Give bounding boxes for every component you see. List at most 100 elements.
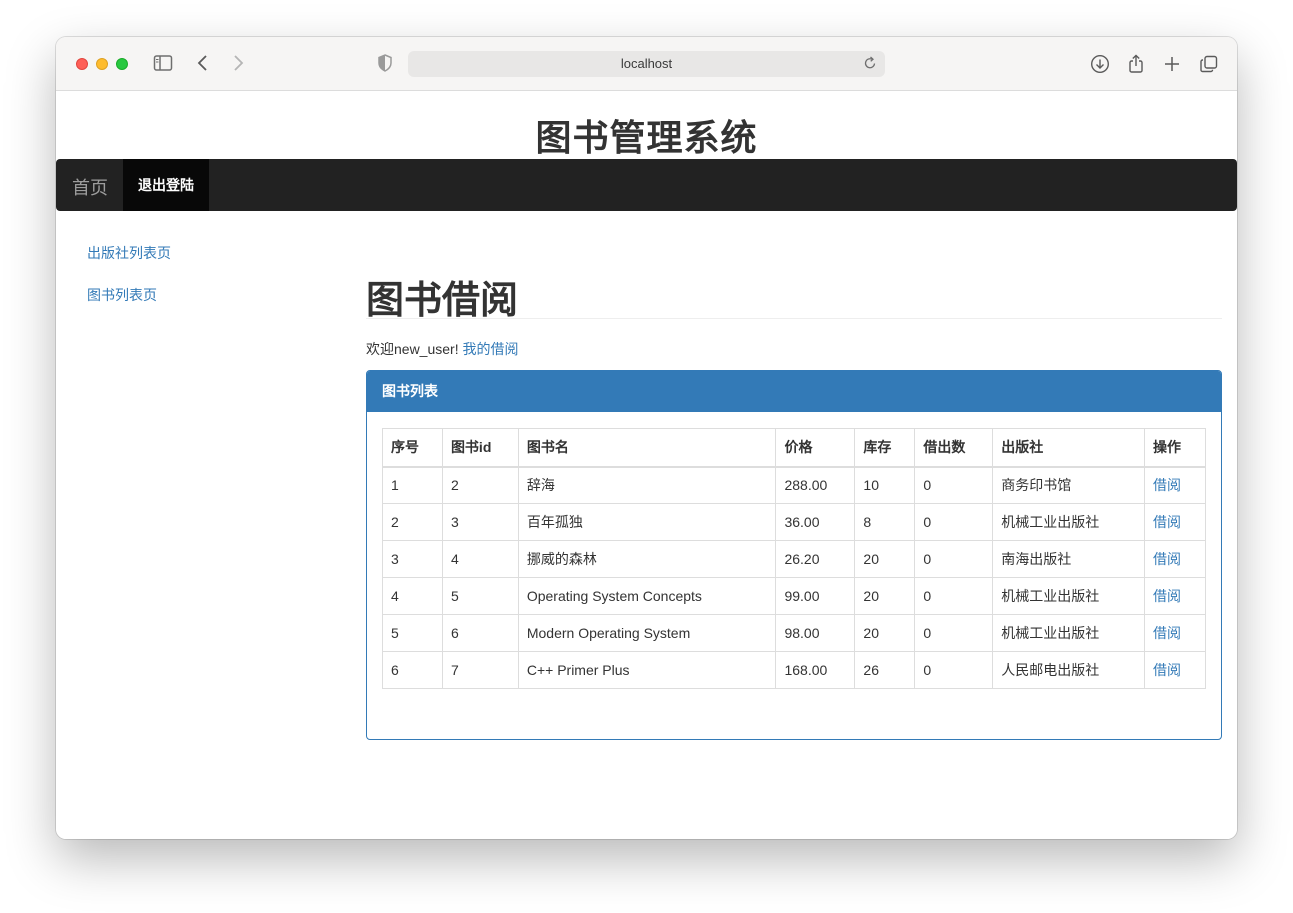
cell-book-name: C++ Primer Plus bbox=[517, 651, 777, 689]
book-table: 序号 图书id 图书名 价格 库存 借出数 出版社 操作 1 2 辞海 288.… bbox=[382, 428, 1206, 689]
cell-action: 借阅 bbox=[1144, 614, 1206, 652]
panel-body: 序号 图书id 图书名 价格 库存 借出数 出版社 操作 1 2 辞海 288.… bbox=[367, 412, 1221, 705]
book-list-panel: 图书列表 序号 图书id 图书名 价格 库存 借出数 出版社 操作 1 2 辞海… bbox=[366, 370, 1222, 740]
column-header: 借出数 bbox=[914, 428, 994, 468]
sidebar-toggle-icon[interactable] bbox=[153, 54, 173, 74]
cell-action: 借阅 bbox=[1144, 466, 1206, 504]
sidebar: 出版社列表页 图书列表页 bbox=[87, 243, 171, 327]
privacy-shield-icon[interactable] bbox=[377, 54, 393, 74]
reload-icon[interactable] bbox=[864, 56, 877, 75]
cell-book-id: 4 bbox=[441, 540, 519, 578]
table-header-row: 序号 图书id 图书名 价格 库存 借出数 出版社 操作 bbox=[382, 428, 1206, 468]
page-content: 图书管理系统 首页 退出登陆 出版社列表页 图书列表页 图书借阅 欢迎new_u… bbox=[56, 91, 1237, 839]
cell-index: 3 bbox=[382, 540, 443, 578]
cell-action: 借阅 bbox=[1144, 651, 1206, 689]
close-window-button[interactable] bbox=[76, 58, 88, 70]
column-header: 图书名 bbox=[517, 428, 777, 468]
cell-book-name: 百年孤独 bbox=[517, 503, 777, 541]
welcome-line: 欢迎new_user! 我的借阅 bbox=[366, 339, 1222, 359]
cell-price: 99.00 bbox=[775, 577, 856, 615]
column-header: 操作 bbox=[1144, 428, 1206, 468]
column-header: 价格 bbox=[775, 428, 856, 468]
browser-window: localhost 图书管理系统 首页 退出登陆 出版社列表页 图书列表页 图书… bbox=[56, 37, 1237, 839]
forward-icon[interactable] bbox=[232, 54, 244, 74]
borrow-link[interactable]: 借阅 bbox=[1153, 514, 1181, 530]
cell-action: 借阅 bbox=[1144, 503, 1206, 541]
cell-publisher: 机械工业出版社 bbox=[992, 503, 1145, 541]
zoom-window-button[interactable] bbox=[116, 58, 128, 70]
address-bar[interactable]: localhost bbox=[408, 51, 885, 77]
sidebar-item-books[interactable]: 图书列表页 bbox=[87, 285, 171, 305]
cell-book-id: 6 bbox=[441, 614, 519, 652]
url-text: localhost bbox=[620, 56, 673, 71]
cell-book-name: 辞海 bbox=[517, 466, 777, 504]
nav-home-link[interactable]: 首页 bbox=[72, 174, 108, 200]
page-title: 图书借阅 bbox=[366, 269, 1222, 322]
cell-stock: 20 bbox=[854, 614, 916, 652]
cell-price: 98.00 bbox=[775, 614, 856, 652]
cell-book-name: 挪威的森林 bbox=[517, 540, 777, 578]
cell-index: 4 bbox=[382, 577, 443, 615]
cell-publisher: 人民邮电出版社 bbox=[992, 651, 1145, 689]
cell-index: 6 bbox=[382, 651, 443, 689]
borrow-link[interactable]: 借阅 bbox=[1153, 588, 1181, 604]
cell-book-id: 7 bbox=[441, 651, 519, 689]
table-row: 2 3 百年孤独 36.00 8 0 机械工业出版社 借阅 bbox=[382, 503, 1206, 541]
my-borrow-link[interactable]: 我的借阅 bbox=[462, 341, 518, 357]
cell-book-name: Modern Operating System bbox=[517, 614, 777, 652]
cell-action: 借阅 bbox=[1144, 577, 1206, 615]
cell-stock: 26 bbox=[854, 651, 916, 689]
column-header: 出版社 bbox=[992, 428, 1145, 468]
cell-borrowed: 0 bbox=[914, 614, 994, 652]
cell-borrowed: 0 bbox=[914, 540, 994, 578]
cell-price: 36.00 bbox=[775, 503, 856, 541]
panel-title: 图书列表 bbox=[367, 371, 1221, 412]
table-row: 5 6 Modern Operating System 98.00 20 0 机… bbox=[382, 614, 1206, 652]
cell-publisher: 机械工业出版社 bbox=[992, 614, 1145, 652]
cell-index: 5 bbox=[382, 614, 443, 652]
cell-book-name: Operating System Concepts bbox=[517, 577, 777, 615]
welcome-text: 欢迎new_user! bbox=[366, 341, 459, 357]
table-row: 6 7 C++ Primer Plus 168.00 26 0 人民邮电出版社 … bbox=[382, 651, 1206, 689]
share-icon[interactable] bbox=[1127, 54, 1145, 74]
cell-borrowed: 0 bbox=[914, 466, 994, 504]
cell-stock: 20 bbox=[854, 577, 916, 615]
cell-price: 26.20 bbox=[775, 540, 856, 578]
table-row: 1 2 辞海 288.00 10 0 商务印书馆 借阅 bbox=[382, 466, 1206, 504]
borrow-link[interactable]: 借阅 bbox=[1153, 477, 1181, 493]
cell-index: 2 bbox=[382, 503, 443, 541]
browser-toolbar: localhost bbox=[56, 37, 1237, 91]
cell-publisher: 南海出版社 bbox=[992, 540, 1145, 578]
download-icon[interactable] bbox=[1090, 54, 1110, 74]
column-header: 图书id bbox=[441, 428, 519, 468]
site-title: 图书管理系统 bbox=[535, 117, 758, 158]
cell-stock: 10 bbox=[854, 466, 916, 504]
logout-link[interactable]: 退出登陆 bbox=[123, 159, 209, 211]
borrow-link[interactable]: 借阅 bbox=[1153, 551, 1181, 567]
cell-publisher: 机械工业出版社 bbox=[992, 577, 1145, 615]
cell-stock: 8 bbox=[854, 503, 916, 541]
cell-book-id: 2 bbox=[441, 466, 519, 504]
borrow-link[interactable]: 借阅 bbox=[1153, 662, 1181, 678]
column-header: 库存 bbox=[854, 428, 916, 468]
cell-book-id: 3 bbox=[441, 503, 519, 541]
cell-publisher: 商务印书馆 bbox=[992, 466, 1145, 504]
navbar: 首页 退出登陆 bbox=[56, 159, 1237, 211]
borrow-link[interactable]: 借阅 bbox=[1153, 625, 1181, 641]
table-row: 4 5 Operating System Concepts 99.00 20 0… bbox=[382, 577, 1206, 615]
column-header: 序号 bbox=[382, 428, 443, 468]
cell-borrowed: 0 bbox=[914, 503, 994, 541]
minimize-window-button[interactable] bbox=[96, 58, 108, 70]
main-area: 图书借阅 欢迎new_user! 我的借阅 图书列表 序号 图书id 图书名 价… bbox=[366, 269, 1222, 740]
cell-borrowed: 0 bbox=[914, 577, 994, 615]
sidebar-item-publishers[interactable]: 出版社列表页 bbox=[87, 243, 171, 263]
cell-index: 1 bbox=[382, 466, 443, 504]
cell-price: 288.00 bbox=[775, 466, 856, 504]
cell-price: 168.00 bbox=[775, 651, 856, 689]
cell-stock: 20 bbox=[854, 540, 916, 578]
tab-overview-icon[interactable] bbox=[1199, 54, 1219, 74]
table-row: 3 4 挪威的森林 26.20 20 0 南海出版社 借阅 bbox=[382, 540, 1206, 578]
cell-book-id: 5 bbox=[441, 577, 519, 615]
back-icon[interactable] bbox=[197, 54, 209, 74]
new-tab-icon[interactable] bbox=[1163, 54, 1181, 74]
